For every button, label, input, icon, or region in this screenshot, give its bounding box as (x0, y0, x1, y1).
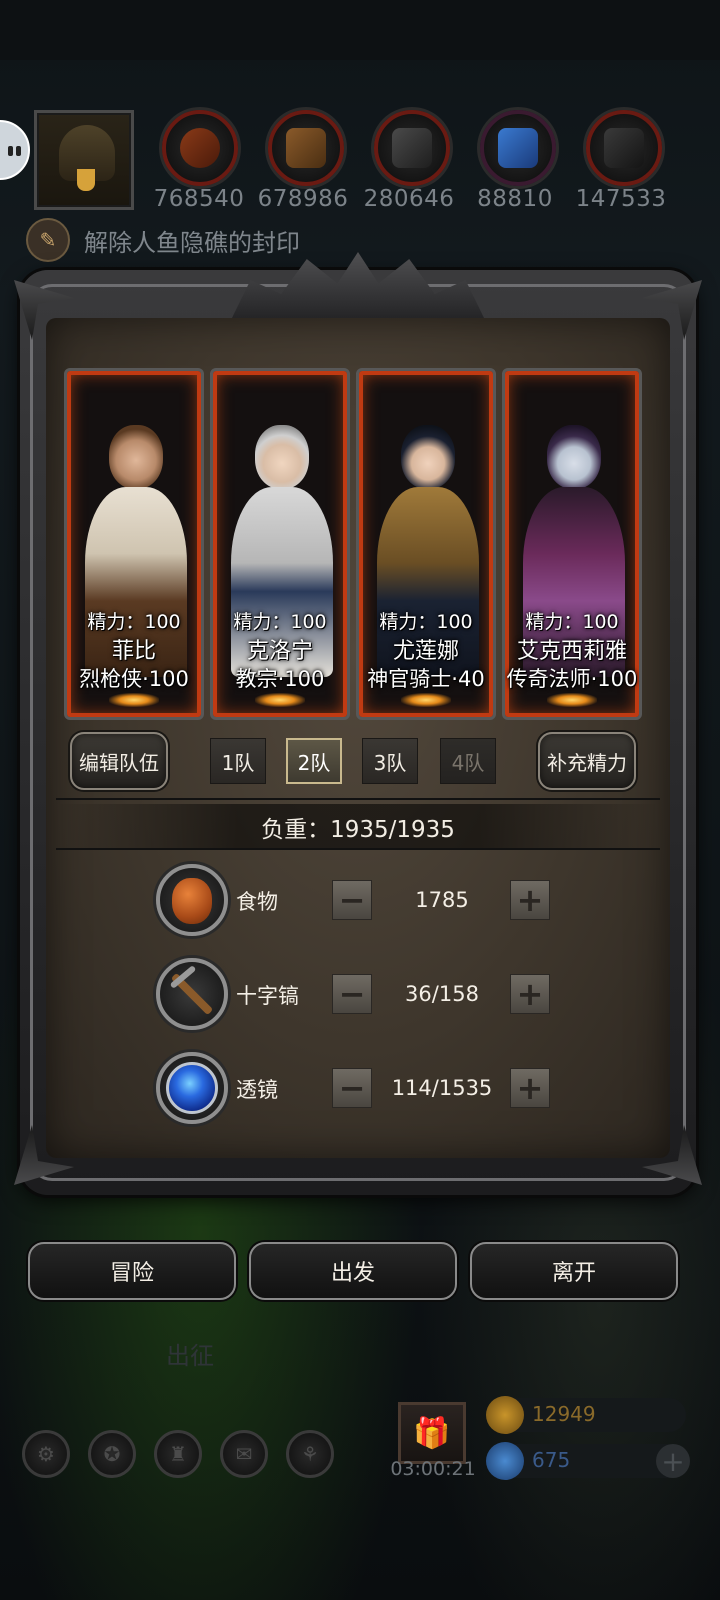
character-name: 艾克西莉雅 (516, 639, 627, 664)
add-gems-button[interactable]: + (656, 1444, 690, 1478)
wood-icon (268, 110, 344, 186)
character-name: 尤莲娜 (392, 639, 459, 664)
supply-value-pickaxe: 36/158 (405, 982, 479, 1006)
expedition-label: 出征 (166, 1342, 214, 1370)
gem-amount: 675 (532, 1448, 571, 1472)
meat-count: 768540 (153, 186, 245, 212)
stone-icon (586, 110, 662, 186)
pickaxe-icon (156, 958, 228, 1030)
stone-count: 147533 (575, 186, 667, 212)
iron-count: 280646 (363, 186, 455, 212)
gift-timer: 03:00:21 (390, 1458, 476, 1480)
crystal-icon (480, 110, 556, 186)
settings-icon[interactable]: ⚙ (22, 1430, 70, 1478)
supply-label-lens: 透镜 (236, 1078, 278, 1102)
hero-portrait[interactable] (34, 110, 134, 210)
character-class-level: 教宗·100 (235, 667, 325, 691)
character-name: 克洛宁 (246, 639, 313, 664)
expedition-dialog: 精力：100 菲比 烈枪侠·100 精力：100 克洛宁 教宗·100 精力：1… (14, 252, 696, 1195)
crystal-count: 88810 (477, 186, 553, 212)
increase-lens-button[interactable]: + (510, 1068, 550, 1108)
increase-food-button[interactable]: + (510, 880, 550, 920)
meat-icon (156, 864, 228, 936)
refill-energy-button[interactable]: 补充精力 (538, 732, 636, 790)
mail-icon[interactable]: ✉ (220, 1430, 268, 1478)
iron-icon (374, 110, 450, 186)
supply-label-food: 食物 (236, 890, 278, 914)
edit-team-button[interactable]: 编辑队伍 (70, 732, 168, 790)
gem-icon (486, 1442, 524, 1480)
supply-value-lens: 114/1535 (391, 1076, 493, 1100)
gift-icon[interactable]: 🎁 (398, 1402, 466, 1464)
character-energy: 精力：100 (87, 611, 181, 633)
character-energy: 精力：100 (233, 611, 327, 633)
character-energy: 精力：100 (525, 611, 619, 633)
castle-icon[interactable]: ♜ (154, 1430, 202, 1478)
meat-icon (162, 110, 238, 186)
character-card[interactable]: 精力：100 克洛宁 教宗·100 (210, 368, 350, 720)
gold-coin-icon (486, 1396, 524, 1434)
decrease-lens-button[interactable]: − (332, 1068, 372, 1108)
divider (56, 848, 660, 850)
gold-display: 12949 (486, 1396, 686, 1434)
load-capacity: 负重：1935/1935 (56, 804, 660, 850)
wood-count: 678986 (257, 186, 349, 212)
gold-amount: 12949 (532, 1402, 596, 1426)
status-strip (0, 0, 720, 60)
scroll-icon: ✎ (26, 218, 70, 262)
character-card[interactable]: 精力：100 尤莲娜 神官骑士·40 (356, 368, 496, 720)
character-card[interactable]: 精力：100 菲比 烈枪侠·100 (64, 368, 204, 720)
flame-ornament (547, 693, 597, 707)
quest-text: 解除人鱼隐礁的封印 (84, 228, 300, 257)
handshake-icon[interactable]: ⚘ (286, 1430, 334, 1478)
team-tab-4[interactable]: 4队 (440, 738, 496, 784)
depart-button[interactable]: 出发 (249, 1242, 457, 1300)
character-class-level: 神官骑士·40 (367, 667, 485, 691)
flame-ornament (401, 693, 451, 707)
decrease-food-button[interactable]: − (332, 880, 372, 920)
leave-button[interactable]: 离开 (470, 1242, 678, 1300)
character-name: 菲比 (111, 639, 156, 664)
team-tab-1[interactable]: 1队 (210, 738, 266, 784)
character-class-level: 烈枪侠·100 (79, 667, 189, 691)
character-energy: 精力：100 (379, 611, 473, 633)
lens-icon (156, 1052, 228, 1124)
character-card[interactable]: 精力：100 艾克西莉雅 传奇法师·100 (502, 368, 642, 720)
increase-pickaxe-button[interactable]: + (510, 974, 550, 1014)
flame-ornament (109, 693, 159, 707)
decrease-pickaxe-button[interactable]: − (332, 974, 372, 1014)
adventure-button[interactable]: 冒险 (28, 1242, 236, 1300)
quest-tracker[interactable]: ✎ 解除人鱼隐礁的封印 (26, 218, 300, 262)
trophy-icon (77, 169, 95, 191)
supply-label-pickaxe: 十字镐 (236, 984, 299, 1008)
character-class-level: 传奇法师·100 (506, 667, 638, 691)
team-tab-2[interactable]: 2队 (286, 738, 342, 784)
divider (56, 798, 660, 800)
star-icon[interactable]: ✪ (88, 1430, 136, 1478)
team-tab-3[interactable]: 3队 (362, 738, 418, 784)
flame-ornament (255, 693, 305, 707)
supply-value-food: 1785 (415, 888, 469, 912)
